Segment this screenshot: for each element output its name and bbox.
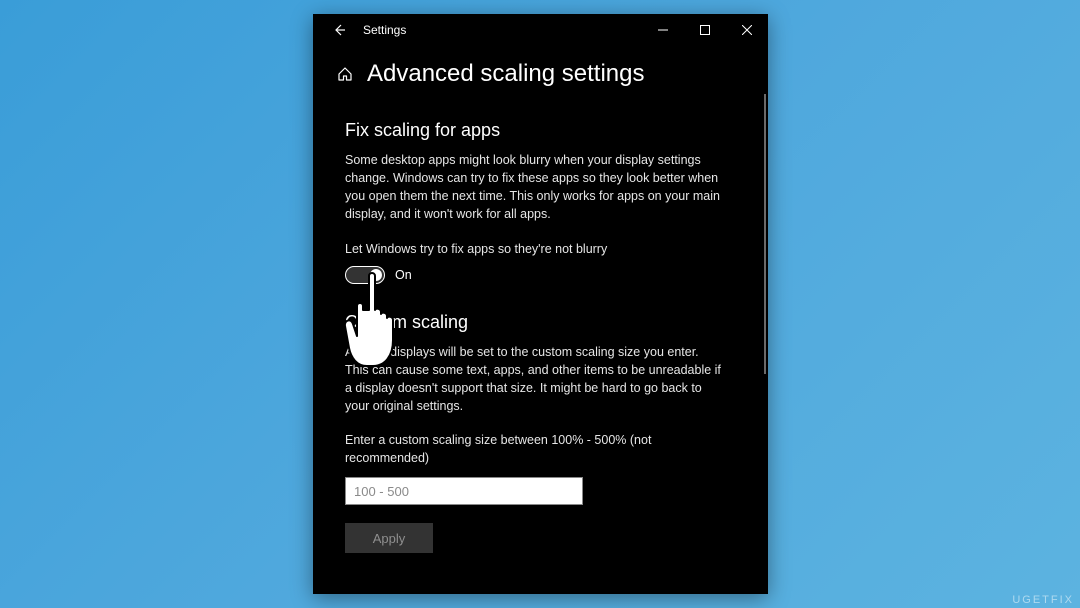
settings-window: Settings Advanced scaling settings Fix s…	[313, 14, 768, 594]
watermark: UGETFIX	[1012, 594, 1074, 606]
toggle-state-text: On	[395, 268, 412, 282]
minimize-button[interactable]	[642, 14, 684, 46]
minimize-icon	[658, 25, 668, 35]
content-area: Fix scaling for apps Some desktop apps m…	[313, 96, 768, 553]
page-title: Advanced scaling settings	[367, 60, 645, 88]
maximize-button[interactable]	[684, 14, 726, 46]
window-controls	[642, 14, 768, 46]
scrollbar[interactable]	[764, 94, 766, 374]
header: Advanced scaling settings	[313, 46, 768, 96]
app-title: Settings	[363, 23, 642, 37]
apply-button[interactable]: Apply	[345, 523, 433, 553]
fix-blurry-toggle-label: Let Windows try to fix apps so they're n…	[345, 240, 725, 258]
fix-blurry-toggle[interactable]	[345, 266, 385, 284]
custom-scaling-title: Custom scaling	[345, 312, 736, 333]
back-arrow-icon	[332, 23, 346, 37]
close-icon	[742, 25, 752, 35]
toggle-row: On	[345, 266, 736, 284]
custom-scaling-desc: All your displays will be set to the cus…	[345, 343, 725, 416]
custom-scaling-input[interactable]	[345, 477, 583, 505]
back-button[interactable]	[323, 14, 355, 46]
maximize-icon	[700, 25, 710, 35]
home-icon[interactable]	[337, 66, 353, 82]
titlebar: Settings	[313, 14, 768, 46]
custom-scaling-input-label: Enter a custom scaling size between 100%…	[345, 431, 725, 467]
fix-scaling-title: Fix scaling for apps	[345, 120, 736, 141]
fix-scaling-desc: Some desktop apps might look blurry when…	[345, 151, 725, 224]
toggle-knob	[370, 269, 382, 281]
close-button[interactable]	[726, 14, 768, 46]
